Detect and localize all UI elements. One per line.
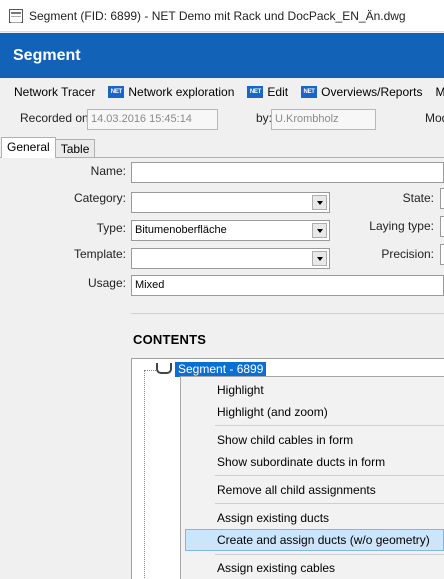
recorded-info-row: Recorded on: 14.03.2016 15:45:14 by: U.K…	[0, 104, 444, 136]
menu-network-tracer[interactable]: Network Tracer	[14, 85, 95, 99]
menu-item-highlight[interactable]: Highlight	[185, 379, 444, 401]
usage-label: Usage:	[87, 276, 126, 290]
menu-overviews-reports-label: Overviews/Reports	[321, 85, 423, 99]
contents-title: CONTENTS	[133, 332, 207, 347]
precision-field[interactable]	[440, 244, 444, 265]
type-value: Bitumenoberfläche	[135, 224, 227, 236]
net-icon: NET	[301, 86, 318, 98]
menu-item-show-child-cables[interactable]: Show child cables in form	[185, 429, 444, 451]
title-bar: Segment (FID: 6899) - NET Demo mit Rack …	[0, 0, 444, 32]
tree-line	[144, 370, 156, 371]
usage-field[interactable]: Mixed	[131, 275, 444, 296]
menu-item-highlight-zoom[interactable]: Highlight (and zoom)	[185, 401, 444, 423]
menu-overviews-reports[interactable]: NET Overviews/Reports	[301, 85, 422, 99]
recorded-on-label: Recorded on:	[20, 111, 93, 125]
menu-separator	[215, 425, 444, 426]
menu-bar: Network Tracer NET Network exploration N…	[0, 80, 444, 104]
menu-network-tracer-label: Network Tracer	[14, 85, 96, 99]
menu-item-create-assign-ducts[interactable]: Create and assign ducts (w/o geometry)	[185, 529, 444, 551]
menu-edit-label: Edit	[267, 85, 289, 99]
menu-network-exploration-label: Network exploration	[128, 85, 235, 99]
menu-separator	[215, 554, 444, 555]
laying-type-field[interactable]	[440, 216, 444, 237]
precision-label: Precision:	[381, 247, 434, 261]
category-combo[interactable]	[131, 192, 330, 213]
tree-line	[144, 370, 145, 578]
category-label: Category:	[73, 191, 126, 205]
tab-strip: General Table	[1, 137, 96, 158]
recorded-by-label: by:	[256, 111, 273, 125]
menu-edit[interactable]: NET Edit	[247, 85, 288, 99]
menu-separator	[215, 503, 444, 504]
name-label: Name:	[90, 164, 126, 178]
laying-type-label: Laying type:	[369, 219, 434, 233]
general-tab-panel: Name: Category: State: Type: Bitumenober…	[0, 157, 444, 579]
section-divider	[131, 313, 444, 314]
window-title: Segment (FID: 6899) - NET Demo mit Rack …	[29, 8, 406, 23]
menu-separator	[215, 475, 444, 476]
chevron-down-icon[interactable]	[312, 223, 327, 238]
menu-more-label: Mo	[435, 85, 444, 99]
context-menu: Highlight Highlight (and zoom) Show chil…	[180, 376, 444, 579]
modified-label: Mod	[425, 111, 444, 125]
state-field[interactable]	[440, 188, 444, 209]
menu-item-show-subordinate-ducts[interactable]: Show subordinate ducts in form	[185, 451, 444, 473]
template-label: Template:	[73, 247, 126, 261]
name-field[interactable]	[131, 162, 444, 183]
net-icon: NET	[247, 86, 264, 98]
menu-item-assign-existing-cables[interactable]: Assign existing cables	[185, 557, 444, 579]
tab-general[interactable]: General	[1, 137, 56, 158]
state-label: State:	[402, 191, 434, 205]
tree-node-segment[interactable]: Segment - 6899	[175, 362, 267, 377]
tab-table[interactable]: Table	[55, 139, 96, 157]
recorded-by-field: U.Krombholz	[271, 109, 376, 130]
chevron-down-icon[interactable]	[312, 195, 327, 210]
recorded-on-field: 14.03.2016 15:45:14	[87, 109, 218, 130]
type-label: Type:	[96, 221, 126, 235]
form-header: Segment	[0, 33, 444, 78]
menu-item-assign-existing-ducts[interactable]: Assign existing ducts	[185, 507, 444, 529]
form-window-icon	[9, 8, 23, 23]
type-combo[interactable]: Bitumenoberfläche	[131, 220, 330, 241]
net-icon: NET	[108, 86, 125, 98]
menu-network-exploration[interactable]: NET Network exploration	[108, 85, 234, 99]
menu-item-remove-child-assignments[interactable]: Remove all child assignments	[185, 479, 444, 501]
template-combo[interactable]	[131, 248, 330, 269]
menu-more[interactable]: Mo	[435, 85, 444, 99]
duct-segment-icon	[156, 363, 172, 374]
chevron-down-icon[interactable]	[312, 251, 327, 266]
header-title: Segment	[13, 46, 81, 64]
